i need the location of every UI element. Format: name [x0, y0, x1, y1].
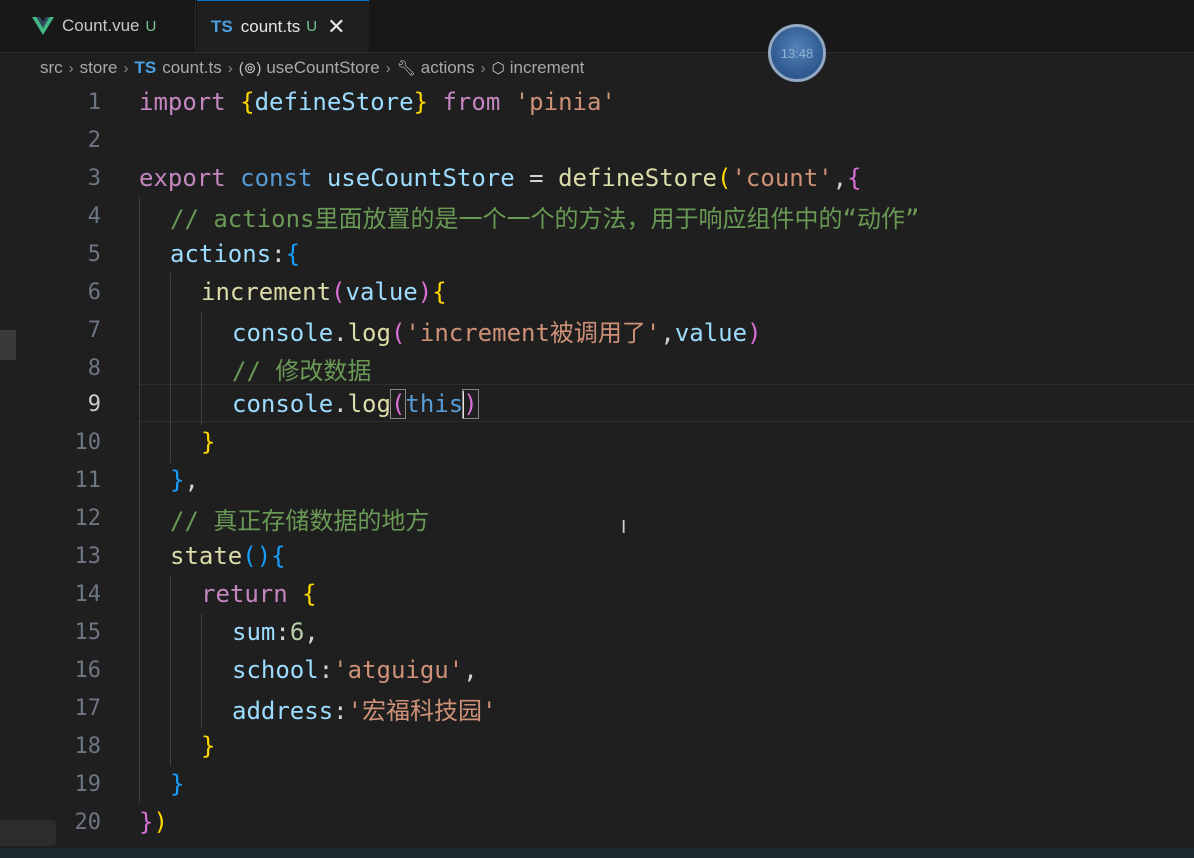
code-text: }) [139, 808, 168, 836]
tab-bar: Count.vue U TS count.ts U ✕ [0, 0, 1194, 53]
clock-widget: 13:48 [768, 24, 826, 82]
code-text: return { [201, 580, 317, 608]
breadcrumb-symbol-increment[interactable]: increment [510, 58, 585, 78]
code-line[interactable]: 3 export const useCountStore = defineSto… [0, 159, 1194, 197]
code-line[interactable]: 11 }, [0, 461, 1194, 499]
line-number: 4 [87, 203, 101, 229]
line-number: 11 [74, 467, 102, 493]
code-line[interactable]: 6 increment(value){ [0, 273, 1194, 311]
code-line[interactable]: 13 state(){ [0, 537, 1194, 575]
line-number: 12 [74, 505, 102, 531]
code-text: sum:6, [232, 618, 319, 646]
typescript-icon: TS [134, 58, 157, 77]
chevron-right-icon: › [123, 59, 129, 77]
line-number: 13 [74, 543, 102, 569]
comment-text: // 真正存储数据的地方 [170, 506, 430, 535]
code-line[interactable]: 17 address:'宏福科技园' [0, 689, 1194, 727]
tab-label: Count.vue [62, 16, 140, 35]
chevron-right-icon: › [68, 59, 74, 77]
method-cube-icon: ⬡ [491, 60, 505, 77]
code-text: address:'宏福科技园' [232, 696, 497, 725]
code-line[interactable]: 16 school:'atguigu', [0, 651, 1194, 689]
chevron-right-icon: › [227, 59, 233, 77]
code-text: }, [170, 466, 199, 494]
line-number: 3 [87, 165, 101, 191]
chevron-right-icon: › [480, 59, 486, 77]
code-line[interactable]: 2 [0, 121, 1194, 159]
breadcrumb-symbol-actions[interactable]: actions [421, 58, 475, 78]
line-number: 8 [87, 355, 101, 381]
line-number: 10 [74, 429, 102, 455]
code-line[interactable]: 12 // 真正存储数据的地方 [0, 499, 1194, 537]
line-number: 5 [87, 241, 101, 267]
comment-text: // actions里面放置的是一个一个的方法，用于响应组件中的“动作” [170, 204, 920, 233]
code-line[interactable]: 7 console.log('increment被调用了',value) [0, 311, 1194, 349]
tab-count-vue[interactable]: Count.vue U [18, 0, 196, 52]
untracked-badge: U [145, 17, 157, 35]
code-line[interactable]: 19 } [0, 765, 1194, 803]
code-text: export const useCountStore = defineStore… [139, 164, 862, 192]
code-line[interactable]: 1 import {defineStore} from 'pinia' [0, 83, 1194, 121]
tab-count-ts[interactable]: TS count.ts U ✕ [197, 0, 369, 52]
line-number: 17 [74, 695, 102, 721]
breadcrumb-file[interactable]: count.ts [162, 58, 222, 78]
breadcrumb-store[interactable]: store [80, 58, 118, 78]
line-number: 1 [87, 89, 101, 115]
line-number: 14 [74, 581, 102, 607]
mouse-ibeam-icon: I [621, 517, 627, 538]
line-number: 7 [87, 317, 101, 343]
variable-icon: (⊚) [238, 60, 262, 77]
line-number: 2 [87, 127, 101, 153]
line-number: 6 [87, 279, 101, 305]
code-line[interactable]: 4 // actions里面放置的是一个一个的方法，用于响应组件中的“动作” [0, 197, 1194, 235]
code-line[interactable]: 20 }) [0, 803, 1194, 841]
code-line[interactable]: 10 } [0, 423, 1194, 461]
breadcrumb-symbol-store[interactable]: useCountStore [266, 58, 379, 78]
code-text: } [170, 770, 185, 798]
comment-text: // 修改数据 [232, 356, 372, 385]
code-text: actions:{ [170, 240, 301, 268]
status-bar-edge [0, 848, 1194, 858]
wrench-icon: 🔧︎ [396, 60, 416, 77]
clock-time: 13:48 [780, 45, 814, 61]
code-line[interactable]: 15 sum:6, [0, 613, 1194, 651]
breadcrumb-src[interactable]: src [40, 58, 63, 78]
code-line[interactable]: 8 // 修改数据 [0, 349, 1194, 387]
typescript-icon: TS [211, 16, 233, 36]
untracked-badge: U [306, 18, 318, 35]
code-text: } [201, 732, 216, 760]
line-number: 18 [74, 733, 102, 759]
vue-icon [32, 17, 54, 35]
code-line[interactable]: 18 } [0, 727, 1194, 765]
code-line[interactable]: 5 actions:{ [0, 235, 1194, 273]
line-number: 9 [87, 391, 101, 417]
close-icon[interactable]: ✕ [327, 15, 345, 38]
code-text: import {defineStore} from 'pinia' [139, 88, 616, 116]
code-text: school:'atguigu', [232, 656, 478, 684]
code-line-active[interactable]: 9 console.log(this) [0, 385, 1194, 423]
code-text: increment(value){ [201, 278, 447, 306]
code-text: console.log(this) [232, 388, 479, 419]
breadcrumb: src › store › TS count.ts › (⊚) useCount… [40, 56, 584, 80]
line-number: 15 [74, 619, 102, 645]
code-text: state(){ [170, 542, 286, 570]
code-text: console.log('increment被调用了',value) [232, 318, 762, 347]
minimized-widget[interactable] [0, 820, 56, 846]
line-number: 19 [74, 771, 102, 797]
code-line[interactable]: 14 return { [0, 575, 1194, 613]
line-number: 16 [74, 657, 102, 683]
tab-label: count.ts [240, 16, 301, 36]
code-text: } [201, 428, 216, 456]
chevron-right-icon: › [385, 59, 391, 77]
